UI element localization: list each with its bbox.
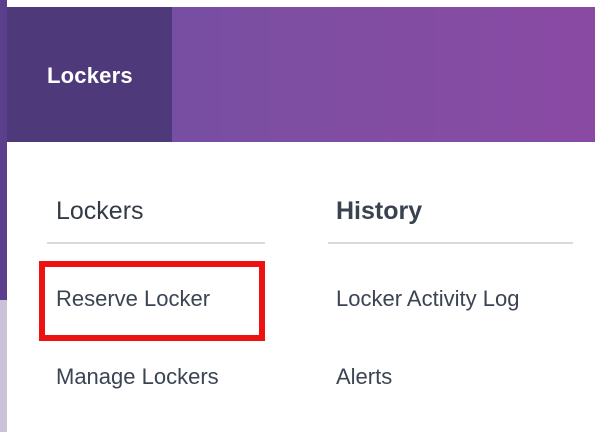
- locker-activity-log-link[interactable]: Locker Activity Log: [336, 286, 519, 312]
- menu-column-heading-lockers: Lockers: [56, 197, 144, 225]
- highlight-annotation-box: [39, 261, 265, 341]
- left-edge-strip: [0, 0, 7, 300]
- left-edge-strip-lower: [0, 300, 7, 432]
- app-frame: Lockers Lockers Reserve Locker Manage Lo…: [0, 0, 595, 432]
- nav-tab-lockers-label: Lockers: [47, 63, 133, 88]
- menu-column-divider: [47, 242, 265, 244]
- manage-lockers-link[interactable]: Manage Lockers: [56, 364, 219, 390]
- nav-tab-lockers[interactable]: Lockers: [7, 7, 172, 142]
- mega-menu-dropdown: Lockers Reserve Locker Manage Lockers Hi…: [13, 142, 595, 432]
- menu-column-heading-history: History: [336, 197, 423, 225]
- alerts-link[interactable]: Alerts: [336, 364, 392, 390]
- menu-column-divider: [328, 242, 573, 244]
